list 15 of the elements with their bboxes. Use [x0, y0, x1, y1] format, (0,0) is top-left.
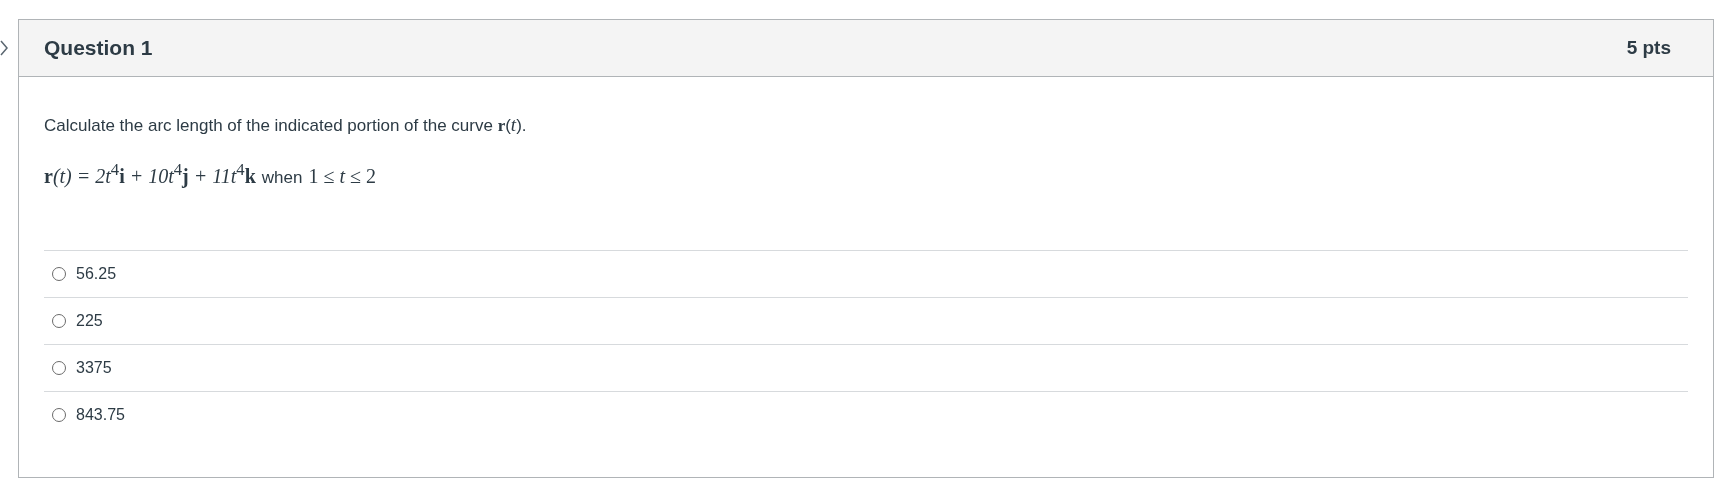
radio-button[interactable]: [52, 313, 66, 328]
answer-option[interactable]: 225: [76, 311, 103, 330]
answer-option[interactable]: 3375: [76, 358, 112, 377]
question-prompt: Calculate the arc length of the indicated portion of the curve r(t).: [44, 113, 528, 137]
radio-button[interactable]: [52, 266, 66, 281]
formula-connector: when: [261, 167, 303, 188]
chevron-right-icon[interactable]: [0, 39, 8, 56]
formula-condition: 1 ≤ t ≤ 2: [308, 164, 376, 188]
formula-expression: r(t) = 2t$^{4}$i + 10t$^{4}$j + 11t$^{4}$k: [44, 160, 256, 188]
question-points: 5 pts: [1626, 37, 1671, 59]
radio-button[interactable]: [52, 360, 66, 375]
answer-option[interactable]: 843.75: [76, 406, 125, 425]
question-title: Question 1: [44, 36, 153, 60]
radio-button[interactable]: [52, 408, 66, 423]
answer-option[interactable]: 56.25: [76, 264, 117, 283]
